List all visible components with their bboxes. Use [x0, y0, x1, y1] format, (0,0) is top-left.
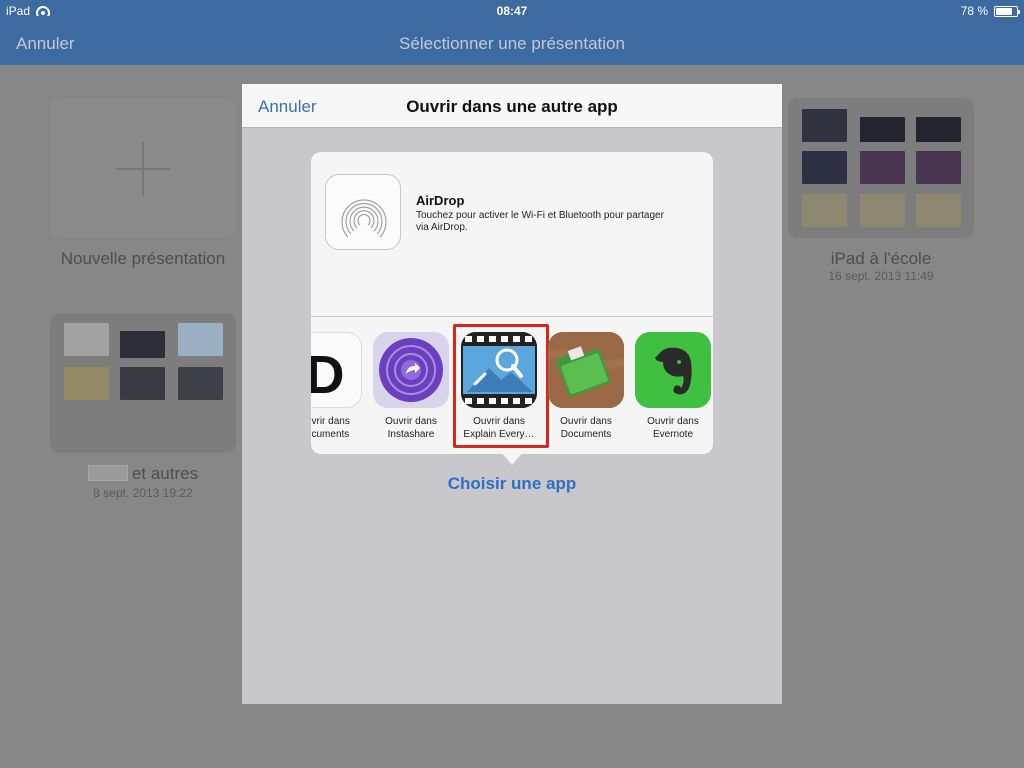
airdrop-icon[interactable]	[325, 174, 401, 250]
open-in-evernote-app[interactable]: Ouvrir dans Evernote	[634, 332, 712, 441]
keynote-thumbnail	[178, 323, 223, 356]
open-in-instashare-app[interactable]: Ouvrir dans Instashare	[372, 332, 450, 441]
selection-highlight	[453, 324, 549, 448]
open-in-documents-folder-app[interactable]: Ouvrir dans Documents	[547, 332, 625, 441]
slide-thumbnail	[916, 151, 961, 184]
presentation-group-date: 8 sept. 2013 19:22	[93, 486, 193, 500]
popover-divider	[311, 316, 713, 317]
status-bar: iPad 08:47 78 %	[0, 0, 1024, 22]
new-presentation-label: Nouvelle présentation	[60, 249, 226, 268]
instashare-icon	[373, 332, 449, 408]
presentation-group-name: iPad à l'école	[830, 249, 932, 268]
documents-folder-icon	[548, 332, 624, 408]
navigation-bar: Annuler Sélectionner une présentation	[0, 22, 1024, 65]
status-time: 08:47	[496, 4, 528, 18]
battery-percent: 78 %	[960, 4, 988, 18]
share-popover: AirDrop Touchez pour activer le Wi-Fi et…	[311, 152, 713, 454]
app-label: Ouvrir dansDocuments	[311, 416, 350, 440]
slide-thumbnail	[120, 331, 165, 358]
slide-thumbnail	[916, 194, 961, 227]
redacted-name	[87, 465, 128, 481]
app-label: Ouvrir dans Instashare	[385, 416, 437, 440]
slide-thumbnail	[860, 151, 905, 184]
presentation-group-tile[interactable]	[788, 98, 974, 238]
slide-thumbnail	[120, 367, 165, 400]
airdrop-description: Touchez pour activer le Wi-Fi et Bluetoo…	[416, 210, 664, 233]
battery-icon	[994, 5, 1020, 17]
svg-text:D: D	[311, 345, 345, 405]
choose-app-button[interactable]: Choisir une app	[242, 474, 782, 494]
sheet-header: Annuler Ouvrir dans une autre app	[242, 84, 782, 128]
open-in-sheet: Annuler Ouvrir dans une autre app AirDro…	[242, 84, 782, 704]
presentation-group-tile[interactable]	[50, 313, 236, 453]
documents-d-icon: D	[311, 332, 362, 408]
group-name-suffix: et autres	[131, 464, 199, 483]
popover-arrow	[502, 453, 522, 465]
presentation-group-name: et autres	[30, 464, 256, 484]
slide-thumbnail	[802, 194, 847, 227]
slide-thumbnail	[802, 109, 847, 142]
slide-thumbnail	[860, 194, 905, 227]
slide-thumbnail	[64, 323, 109, 356]
new-presentation-tile[interactable]	[50, 98, 236, 238]
open-in-documents-app[interactable]: D Ouvrir dansDocuments	[311, 332, 363, 441]
slide-thumbnail	[64, 367, 109, 400]
presentation-group-date: 16 sept. 2013 11:49	[828, 269, 934, 283]
sheet-title: Ouvrir dans une autre app	[406, 97, 618, 116]
nav-title: Sélectionner une présentation	[399, 34, 625, 53]
evernote-icon	[635, 332, 711, 408]
plus-icon-bar	[116, 168, 170, 170]
app-label: Ouvrir dansDocuments	[560, 416, 612, 440]
app-label: Ouvrir dans Evernote	[647, 416, 699, 440]
slide-thumbnail	[916, 117, 961, 142]
slide-thumbnail	[178, 367, 223, 400]
slide-thumbnail	[860, 117, 905, 142]
airdrop-title: AirDrop	[416, 193, 465, 208]
slide-thumbnail	[802, 151, 847, 184]
